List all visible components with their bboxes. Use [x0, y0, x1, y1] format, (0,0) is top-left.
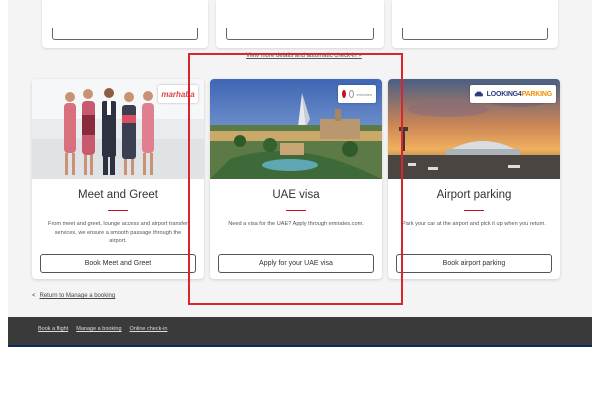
- card-uae-visa: emirates UAE visa Need a visa for the UA…: [210, 79, 382, 279]
- top-card-left: [42, 0, 208, 48]
- airport-sunset-photo: LOOKING4PARKING: [388, 79, 560, 179]
- card-title: Meet and Greet: [78, 189, 158, 201]
- book-meet-and-greet-button[interactable]: Book Meet and Greet: [40, 254, 196, 273]
- top-card-middle-button[interactable]: [226, 28, 374, 40]
- top-card-left-button[interactable]: [52, 28, 198, 40]
- card-description: Need a visa for the UAE? Apply through e…: [228, 221, 364, 227]
- chevron-left-icon: <: [32, 293, 36, 299]
- footer: Book a flight Manage a booking Online ch…: [8, 317, 592, 347]
- top-card-right-button[interactable]: [402, 28, 548, 40]
- marhaba-logo-text: marhaba: [161, 89, 195, 99]
- emirates-logo-icon: [342, 90, 346, 98]
- apply-uae-visa-button[interactable]: Apply for your UAE visa: [218, 254, 374, 273]
- top-cards-strip: View more details and automatic check-in…: [8, 0, 592, 72]
- view-details-link[interactable]: View more details and automatic check-in…: [246, 53, 362, 59]
- emirates-badge: emirates: [338, 85, 376, 103]
- page: View more details and automatic check-in…: [0, 0, 600, 400]
- return-to-manage-booking-link[interactable]: < Return to Manage a booking: [32, 293, 115, 299]
- card-meet-and-greet: marhaba Meet and Greet From meet and gre…: [32, 79, 204, 279]
- extras-cards-section: marhaba Meet and Greet From meet and gre…: [8, 72, 592, 317]
- visa-partner-icon: [348, 90, 354, 98]
- top-card-right: [392, 0, 558, 48]
- dubai-burj-al-arab-photo: emirates: [210, 79, 382, 179]
- return-link-label: Return to Manage a booking: [39, 293, 116, 299]
- footer-link-online-checkin[interactable]: Online check-in: [130, 326, 168, 332]
- card-description: Park your car at the airport and pick it…: [402, 221, 546, 227]
- card-title: UAE visa: [272, 189, 320, 201]
- marhaba-badge: marhaba: [158, 85, 198, 103]
- footer-link-manage-booking[interactable]: Manage a booking: [76, 326, 121, 332]
- book-airport-parking-button[interactable]: Book airport parking: [396, 254, 552, 273]
- car-icon: [474, 91, 483, 97]
- card-description: From meet and greet, lounge access and a…: [48, 221, 188, 244]
- meet-and-greet-staff-photo: marhaba: [32, 79, 204, 179]
- footer-link-book-flight[interactable]: Book a flight: [38, 326, 68, 332]
- card-divider: [286, 210, 306, 211]
- footer-links: Book a flight Manage a booking Online ch…: [38, 326, 167, 332]
- looking4parking-logo-text: LOOKING4PARKING: [486, 90, 553, 98]
- looking4parking-badge: LOOKING4PARKING: [470, 85, 556, 103]
- card-divider: [464, 210, 484, 211]
- top-card-middle: [216, 0, 384, 48]
- card-airport-parking: LOOKING4PARKING Airport parking Park you…: [388, 79, 560, 279]
- card-title: Airport parking: [436, 189, 512, 201]
- emirates-badge-text: emirates: [356, 91, 372, 97]
- card-divider: [108, 210, 128, 211]
